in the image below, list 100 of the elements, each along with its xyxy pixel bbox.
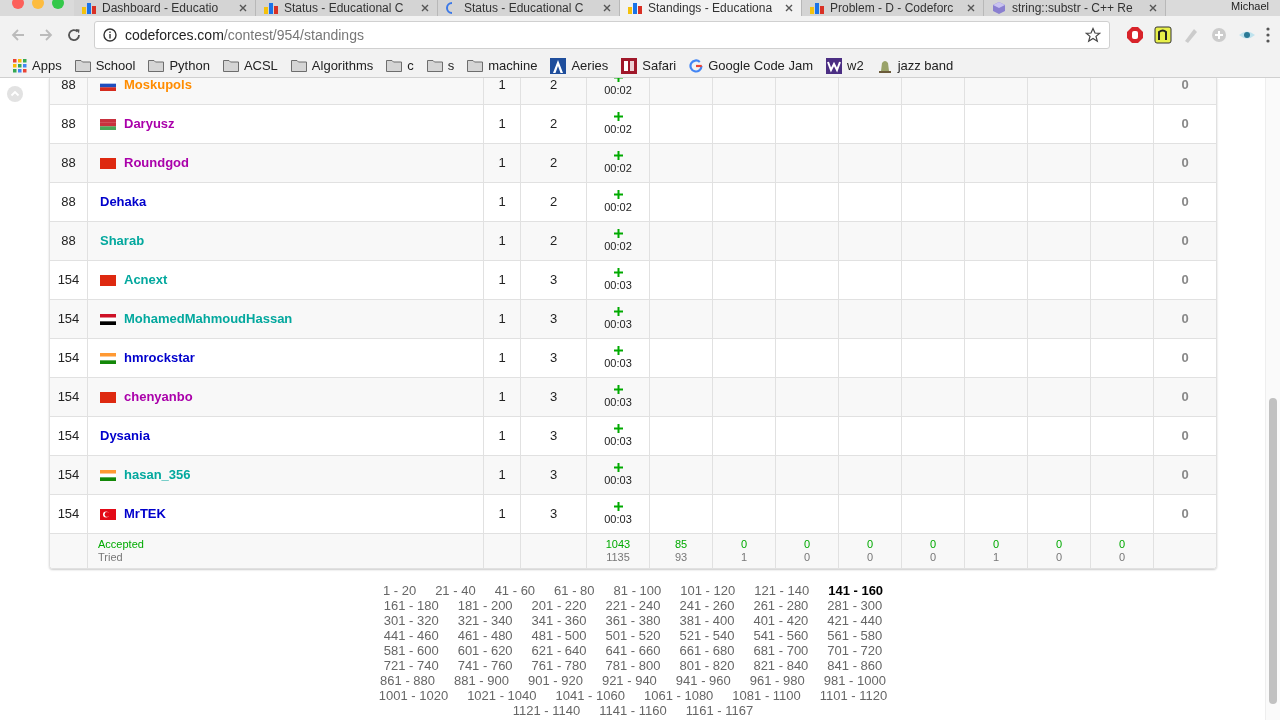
page-range-link[interactable]: 481 - 500 — [531, 628, 587, 643]
page-range-link[interactable]: 661 - 680 — [679, 643, 735, 658]
page-range-link[interactable]: 741 - 760 — [457, 658, 513, 673]
participant-link[interactable]: hmrockstar — [124, 348, 195, 368]
page-range-link[interactable]: 281 - 300 — [827, 598, 883, 613]
bookmark-item[interactable]: Google Code Jam — [689, 55, 813, 76]
scrollbar-thumb[interactable] — [1269, 398, 1277, 704]
close-tab-icon[interactable] — [239, 4, 247, 12]
participant-link[interactable]: Roundgod — [124, 153, 189, 173]
page-range-link[interactable]: 901 - 920 — [527, 673, 583, 688]
page-range-link[interactable]: 81 - 100 — [613, 583, 662, 598]
page-range-link[interactable]: 381 - 400 — [679, 613, 735, 628]
page-range-link[interactable]: 201 - 220 — [531, 598, 587, 613]
page-range-link[interactable]: 601 - 620 — [457, 643, 513, 658]
page-range-link[interactable]: 881 - 900 — [454, 673, 509, 688]
page-range-link[interactable]: 641 - 660 — [605, 643, 661, 658]
page-range-link[interactable]: 41 - 60 — [494, 583, 536, 598]
page-range-link[interactable]: 61 - 80 — [554, 583, 595, 598]
stop-hand-icon[interactable] — [1126, 26, 1144, 44]
page-range-link[interactable]: 1001 - 1020 — [378, 688, 449, 703]
page-range-link[interactable]: 801 - 820 — [679, 658, 735, 673]
page-range-link[interactable]: 341 - 360 — [531, 613, 587, 628]
page-range-link[interactable]: 181 - 200 — [457, 598, 513, 613]
page-range-link[interactable]: 421 - 440 — [827, 613, 883, 628]
participant-link[interactable]: chenyanbo — [124, 387, 193, 407]
page-range-link[interactable]: 1021 - 1040 — [467, 688, 537, 703]
close-tab-icon[interactable] — [967, 4, 975, 12]
bookmark-item[interactable]: c — [386, 55, 414, 76]
page-range-link[interactable]: 821 - 840 — [753, 658, 809, 673]
page-range-link[interactable]: 161 - 180 — [383, 598, 439, 613]
page-range-link[interactable]: 1101 - 1120 — [819, 688, 888, 703]
marker-icon[interactable] — [1182, 26, 1200, 44]
bookmark-item[interactable]: Apps — [13, 55, 62, 76]
bookmark-item[interactable]: Python — [148, 55, 210, 76]
page-range-link[interactable]: 1081 - 1100 — [732, 688, 801, 703]
page-range-link[interactable]: 21 - 40 — [435, 583, 476, 598]
page-range-link[interactable]: 981 - 1000 — [823, 673, 886, 688]
bookmark-item[interactable]: Aeries — [550, 55, 609, 76]
bookmark-item[interactable]: s — [426, 55, 455, 76]
page-range-link[interactable]: 761 - 780 — [531, 658, 587, 673]
page-range-link[interactable]: 561 - 580 — [827, 628, 883, 643]
participant-link[interactable]: MrTEK — [124, 504, 166, 524]
bookmark-star-icon[interactable] — [1085, 27, 1101, 43]
close-tab-icon[interactable] — [1149, 4, 1157, 12]
menu-icon[interactable] — [1266, 27, 1270, 43]
page-range-link[interactable]: 461 - 480 — [457, 628, 513, 643]
participant-link[interactable]: Dehaka — [100, 192, 147, 212]
page-range-link[interactable]: 581 - 600 — [383, 643, 439, 658]
participant-link[interactable]: Dysania — [100, 426, 150, 446]
browser-tab[interactable]: Dashboard - Educatio — [74, 0, 256, 16]
bookmark-item[interactable]: w2 — [826, 55, 864, 76]
bookmark-item[interactable]: ACSL — [222, 55, 278, 76]
page-range-link[interactable]: 101 - 120 — [680, 583, 736, 598]
close-tab-icon[interactable] — [785, 4, 793, 12]
page-range-link[interactable]: 301 - 320 — [383, 613, 439, 628]
page-range-link[interactable]: 721 - 740 — [383, 658, 439, 673]
page-range-link[interactable]: 221 - 240 — [605, 598, 661, 613]
page-range-link[interactable]: 1141 - 1160 — [599, 703, 667, 718]
page-range-link[interactable]: 401 - 420 — [753, 613, 809, 628]
page-range-link[interactable]: 121 - 140 — [754, 583, 810, 598]
page-range-link[interactable]: 1161 - 1167 — [685, 703, 754, 718]
page-range-link[interactable]: 141 - 160 — [828, 583, 884, 598]
page-range-link[interactable]: 841 - 860 — [827, 658, 883, 673]
bookmark-item[interactable]: School — [74, 55, 136, 76]
bookmark-item[interactable]: machine — [467, 55, 538, 76]
page-range-link[interactable]: 681 - 700 — [753, 643, 809, 658]
bookmark-item[interactable]: Algorithms — [290, 55, 374, 76]
participant-link[interactable]: Daryusz — [124, 114, 175, 134]
bookmark-item[interactable]: Safari — [621, 55, 677, 76]
browser-tab[interactable]: Status - Educational C — [438, 0, 620, 16]
page-range-link[interactable]: 261 - 280 — [753, 598, 809, 613]
page-range-link[interactable]: 781 - 800 — [605, 658, 661, 673]
address-bar[interactable]: codeforces.com/contest/954/standings — [94, 21, 1110, 49]
page-range-link[interactable]: 441 - 460 — [383, 628, 439, 643]
profile-name[interactable]: Michael — [1231, 0, 1280, 12]
page-range-link[interactable]: 1061 - 1080 — [643, 688, 714, 703]
page-range-link[interactable]: 701 - 720 — [827, 643, 883, 658]
page-range-link[interactable]: 1041 - 1060 — [555, 688, 625, 703]
page-range-link[interactable]: 521 - 540 — [679, 628, 735, 643]
n-extension-icon[interactable] — [1154, 26, 1172, 44]
page-range-link[interactable]: 941 - 960 — [675, 673, 731, 688]
browser-tab[interactable]: Status - Educational C — [256, 0, 438, 16]
page-range-link[interactable]: 1 - 20 — [382, 583, 417, 598]
browser-tab[interactable]: string::substr - C++ Re — [984, 0, 1166, 16]
page-range-link[interactable]: 361 - 380 — [605, 613, 661, 628]
page-range-link[interactable]: 961 - 980 — [749, 673, 805, 688]
page-range-link[interactable]: 621 - 640 — [531, 643, 587, 658]
page-range-link[interactable]: 541 - 560 — [753, 628, 809, 643]
page-range-link[interactable]: 241 - 260 — [679, 598, 735, 613]
close-tab-icon[interactable] — [421, 4, 429, 12]
page-range-link[interactable]: 861 - 880 — [380, 673, 436, 688]
browser-tab[interactable]: Problem - D - Codeforc — [802, 0, 984, 16]
browser-tab[interactable]: Standings - Educationa — [620, 0, 802, 16]
page-range-link[interactable]: 921 - 940 — [601, 673, 657, 688]
reload-icon[interactable] — [66, 27, 82, 43]
page-range-link[interactable]: 321 - 340 — [457, 613, 513, 628]
page-range-link[interactable]: 1121 - 1140 — [512, 703, 581, 718]
close-tab-icon[interactable] — [603, 4, 611, 12]
bookmark-item[interactable]: jazz band — [876, 55, 954, 76]
page-range-link[interactable]: 501 - 520 — [605, 628, 661, 643]
